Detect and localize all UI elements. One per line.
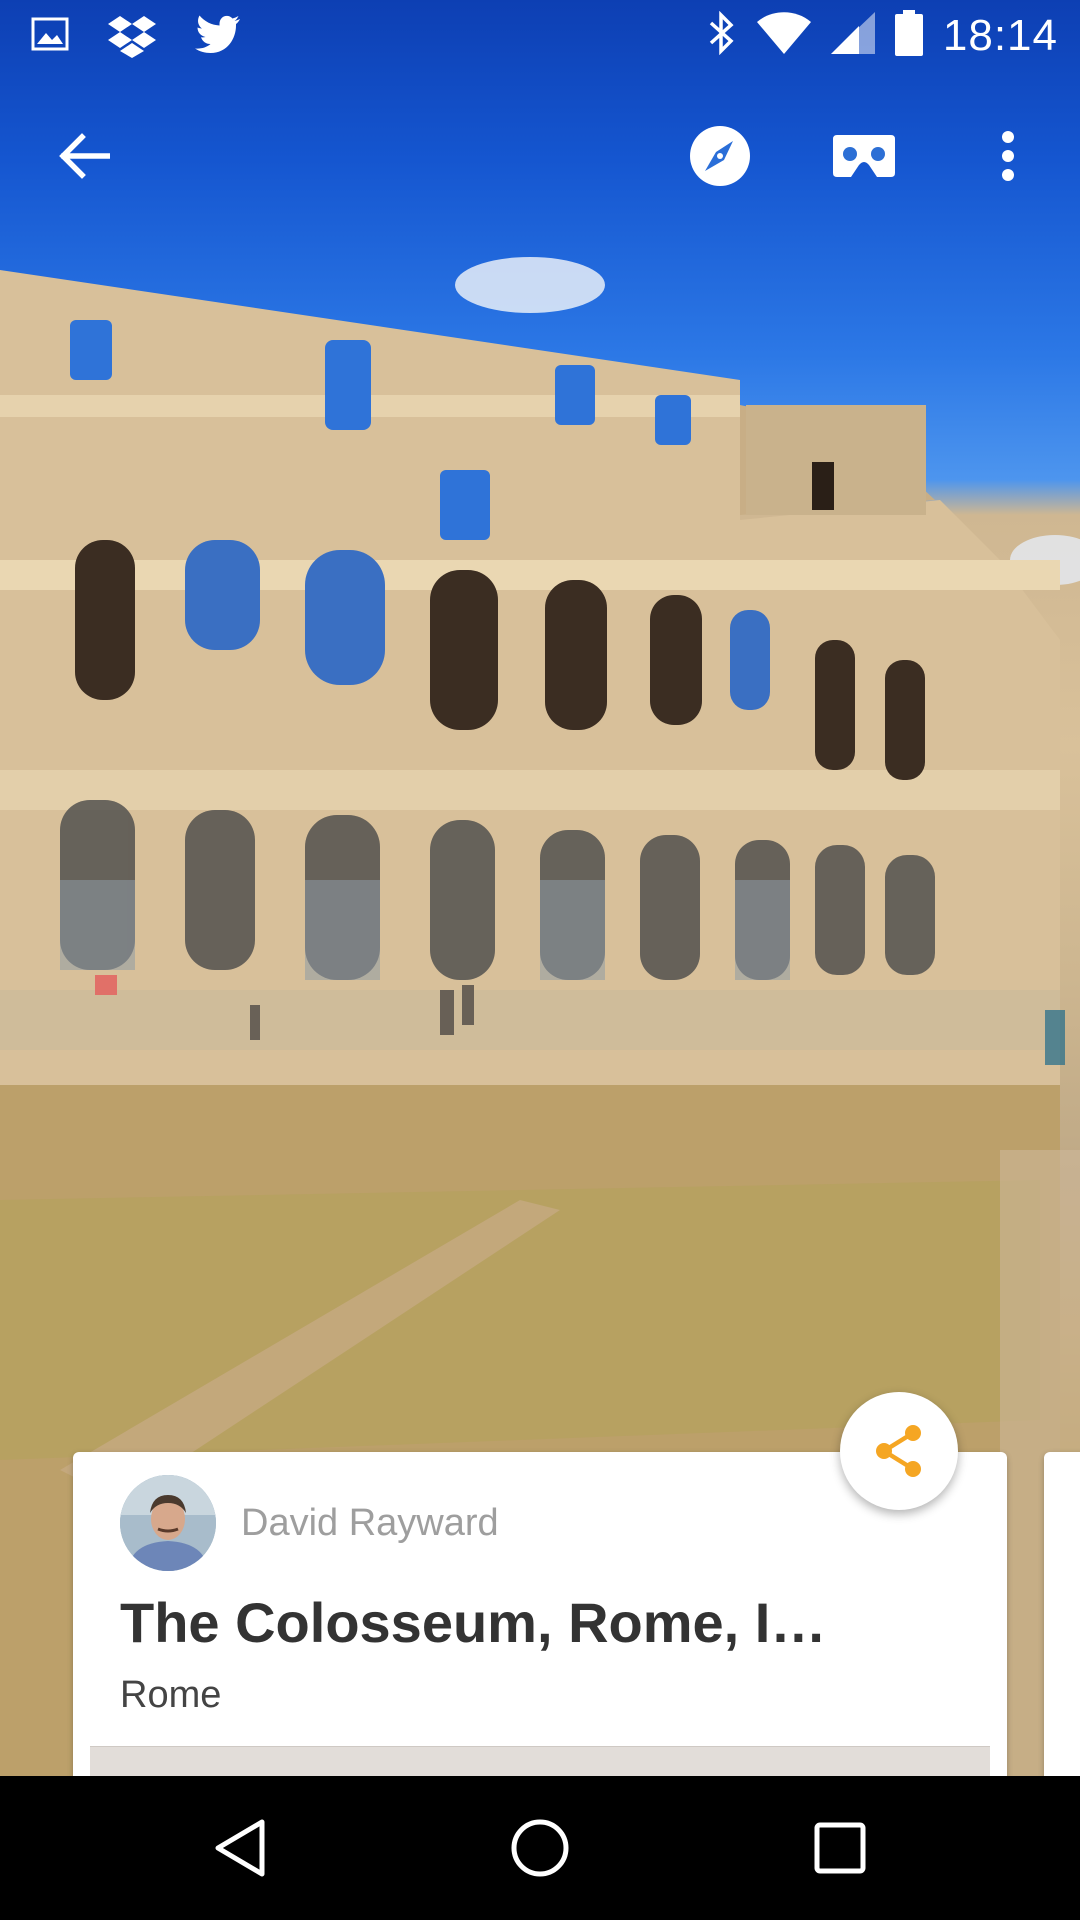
next-card-peek[interactable] xyxy=(1044,1452,1080,1792)
dropbox-icon xyxy=(108,14,156,63)
wifi-icon xyxy=(756,12,811,59)
arrow-back-icon xyxy=(59,133,110,179)
status-bar: 18:14 xyxy=(0,0,1080,75)
cell-signal-icon xyxy=(830,12,875,59)
photo-title: The Colosseum, Rome, I… xyxy=(120,1591,827,1654)
more-options-button[interactable] xyxy=(960,108,1056,204)
recents-square-icon xyxy=(814,1822,866,1874)
clock: 18:14 xyxy=(942,10,1058,60)
more-vert-icon xyxy=(1002,131,1014,181)
cardboard-vr-icon xyxy=(833,135,895,177)
share-icon xyxy=(876,1425,921,1477)
share-button[interactable] xyxy=(840,1392,958,1510)
back-button[interactable] xyxy=(36,108,132,204)
cardboard-button[interactable] xyxy=(816,108,912,204)
back-triangle-icon xyxy=(215,1819,265,1877)
gallery-icon xyxy=(30,14,70,63)
compass-icon xyxy=(690,126,750,186)
twitter-icon xyxy=(194,14,240,63)
avatar[interactable] xyxy=(120,1475,216,1571)
compass-button[interactable] xyxy=(672,108,768,204)
navigation-bar xyxy=(0,1776,1080,1920)
nav-home-button[interactable] xyxy=(490,1798,590,1898)
photo-info-card[interactable]: David Rayward The Colosseum, Rome, I… Ro… xyxy=(73,1452,1007,1807)
author-name[interactable]: David Rayward xyxy=(241,1502,499,1545)
nav-recents-button[interactable] xyxy=(790,1798,890,1898)
toolbar xyxy=(0,108,1080,204)
bluetooth-icon xyxy=(707,10,737,60)
nav-back-button[interactable] xyxy=(190,1798,290,1898)
home-circle-icon xyxy=(511,1819,569,1877)
battery-icon xyxy=(894,10,923,61)
photo-location: Rome xyxy=(120,1674,222,1716)
